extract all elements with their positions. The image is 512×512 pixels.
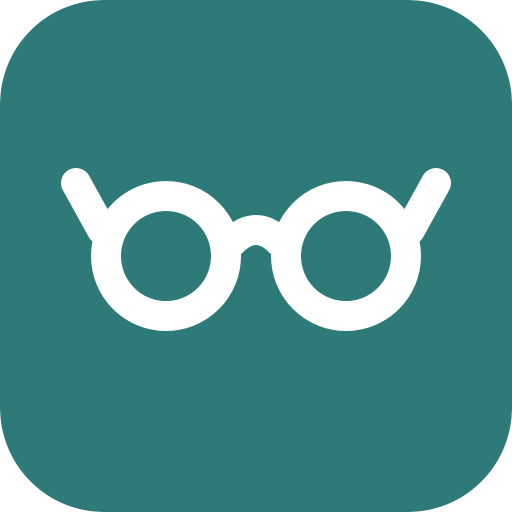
- bridge: [217, 215, 295, 257]
- app-icon-background: [0, 0, 512, 512]
- app-icon[interactable]: [0, 0, 512, 512]
- glasses-icon: [0, 0, 512, 512]
